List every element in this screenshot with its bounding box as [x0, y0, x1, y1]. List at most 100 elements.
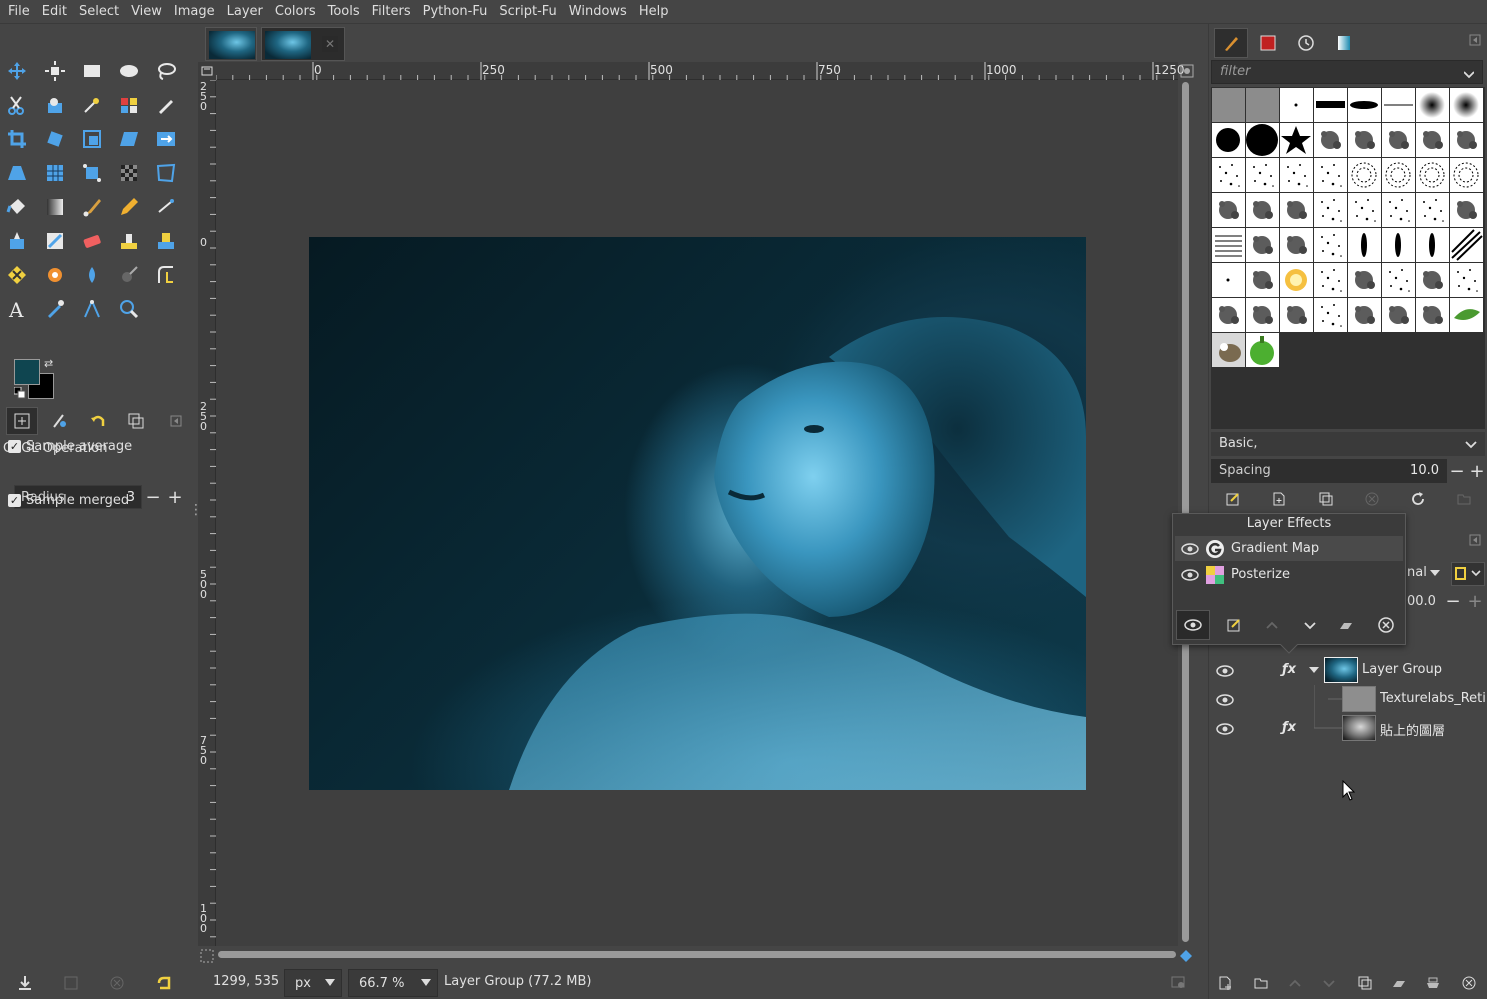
brush-swatch[interactable]: [1280, 228, 1313, 262]
brush-swatch[interactable]: [1314, 88, 1347, 122]
swap-colors-icon[interactable]: ⇄: [44, 357, 53, 370]
brush-swatch[interactable]: [1416, 193, 1449, 227]
layer-name[interactable]: Layer Group: [1362, 662, 1482, 677]
brush-swatch[interactable]: [1450, 193, 1483, 227]
radius-increase-button[interactable]: +: [165, 486, 185, 508]
remove-effect-button[interactable]: [1369, 610, 1403, 640]
brush-swatch[interactable]: [1416, 298, 1449, 332]
menu-file[interactable]: File: [2, 0, 36, 24]
mypaint-brush-icon[interactable]: [42, 228, 68, 254]
pencil-icon[interactable]: [116, 194, 142, 220]
brush-swatch[interactable]: [1212, 158, 1245, 192]
brush-swatch[interactable]: [1246, 88, 1279, 122]
sample-merged-checkbox[interactable]: ✓: [8, 494, 21, 507]
tool-options-tab[interactable]: [6, 407, 38, 435]
brush-swatch[interactable]: [1348, 193, 1381, 227]
horizontal-scrollbar[interactable]: [216, 948, 1178, 960]
save-options-icon[interactable]: [16, 974, 34, 992]
visibility-eye-icon[interactable]: [1216, 722, 1234, 736]
eraser-icon[interactable]: [79, 228, 105, 254]
brush-swatch[interactable]: [1246, 333, 1279, 367]
brush-swatch[interactable]: [1280, 88, 1313, 122]
undo-history-tab[interactable]: [82, 407, 114, 435]
layer-name[interactable]: Texturelabs_Reticu: [1380, 691, 1485, 706]
spacing-field[interactable]: Spacing 10.0: [1211, 459, 1447, 483]
menu-windows[interactable]: Windows: [563, 0, 633, 24]
blur-icon[interactable]: [42, 262, 68, 288]
brush-swatch[interactable]: [1314, 263, 1347, 297]
delete-options-icon[interactable]: [108, 974, 126, 992]
brush-swatch[interactable]: [1416, 158, 1449, 192]
brush-swatch[interactable]: [1280, 298, 1313, 332]
layer-row-group[interactable]: ƒx Layer Group: [1210, 656, 1487, 685]
lower-layer-icon[interactable]: [1317, 972, 1341, 994]
edit-effect-button[interactable]: [1217, 610, 1251, 640]
clone-icon[interactable]: [116, 228, 142, 254]
brush-swatch[interactable]: [1314, 123, 1347, 157]
reset-options-icon[interactable]: [155, 974, 173, 992]
patterns-tab[interactable]: [1251, 28, 1285, 58]
new-brush-icon[interactable]: [1267, 488, 1291, 510]
menu-tools[interactable]: Tools: [322, 0, 366, 24]
effect-row-gradient-map[interactable]: Gradient Map: [1175, 536, 1403, 561]
menu-script-fu[interactable]: Script-Fu: [493, 0, 562, 24]
duplicate-brush-icon[interactable]: [1314, 488, 1338, 510]
heal-icon[interactable]: [153, 228, 179, 254]
brush-swatch[interactable]: [1212, 298, 1245, 332]
brush-swatch[interactable]: [1314, 158, 1347, 192]
sample-merged-row[interactable]: ✓ Sample merged: [8, 493, 129, 508]
brush-swatch[interactable]: [1212, 88, 1245, 122]
zoom-icon[interactable]: [116, 296, 142, 322]
brush-swatch[interactable]: [1246, 263, 1279, 297]
opacity-value[interactable]: 00.0: [1407, 594, 1436, 609]
menu-help[interactable]: Help: [633, 0, 675, 24]
menu-edit[interactable]: Edit: [36, 0, 73, 24]
expand-group-icon[interactable]: [1308, 666, 1320, 675]
ellipse-select-icon[interactable]: [116, 58, 142, 84]
brush-swatch[interactable]: [1450, 228, 1483, 262]
brush-swatch[interactable]: [1212, 263, 1245, 297]
fuzzy-select-icon[interactable]: [79, 92, 105, 118]
align-tool-icon[interactable]: [42, 58, 68, 84]
layer-row-texture[interactable]: Texturelabs_Reticu: [1210, 685, 1487, 714]
close-tab-icon[interactable]: ✕: [322, 36, 338, 52]
edit-brush-icon[interactable]: [1221, 488, 1245, 510]
anchor-layer-icon[interactable]: [1421, 972, 1445, 994]
image-canvas[interactable]: [309, 237, 1086, 790]
cage-transform-icon[interactable]: [153, 160, 179, 186]
chevron-down-icon[interactable]: [1429, 569, 1441, 578]
brush-swatch[interactable]: [1348, 123, 1381, 157]
vertical-scrollbar-thumb[interactable]: [1182, 82, 1189, 942]
lower-effect-button[interactable]: [1293, 610, 1327, 640]
radius-decrease-button[interactable]: −: [143, 486, 163, 508]
text-tool-icon[interactable]: A: [4, 296, 30, 322]
paths-tool-icon[interactable]: [153, 92, 179, 118]
navigate-icon[interactable]: [1180, 950, 1192, 962]
brush-swatch[interactable]: [1246, 158, 1279, 192]
brush-swatch[interactable]: [1450, 298, 1483, 332]
brush-swatch[interactable]: [1348, 263, 1381, 297]
paintbrush-icon[interactable]: [79, 194, 105, 220]
opacity-decrease-button[interactable]: −: [1443, 590, 1463, 612]
effect-row-posterize[interactable]: Posterize: [1175, 562, 1403, 587]
smudge-icon[interactable]: [79, 262, 105, 288]
image-tab-1[interactable]: [205, 27, 257, 61]
brush-swatch[interactable]: [1212, 333, 1245, 367]
brush-swatch[interactable]: [1450, 158, 1483, 192]
brush-swatch[interactable]: [1314, 298, 1347, 332]
brush-swatch[interactable]: [1382, 228, 1415, 262]
brush-swatch[interactable]: [1382, 298, 1415, 332]
warp-transform-icon[interactable]: [116, 160, 142, 186]
fonts-tab[interactable]: [1289, 28, 1323, 58]
restore-options-icon[interactable]: [62, 974, 80, 992]
new-layer-group-icon[interactable]: [1249, 972, 1273, 994]
crop-icon[interactable]: [4, 126, 30, 152]
brush-swatch[interactable]: [1416, 263, 1449, 297]
dock-menu-icon[interactable]: [1469, 34, 1481, 46]
layer-row-pasted[interactable]: ƒx 貼上的圖層: [1210, 714, 1487, 743]
brush-swatch[interactable]: [1382, 88, 1415, 122]
brush-filter-input[interactable]: filter: [1211, 60, 1483, 84]
menu-colors[interactable]: Colors: [269, 0, 322, 24]
scale-icon[interactable]: [79, 126, 105, 152]
unified-transform-icon[interactable]: [42, 160, 68, 186]
